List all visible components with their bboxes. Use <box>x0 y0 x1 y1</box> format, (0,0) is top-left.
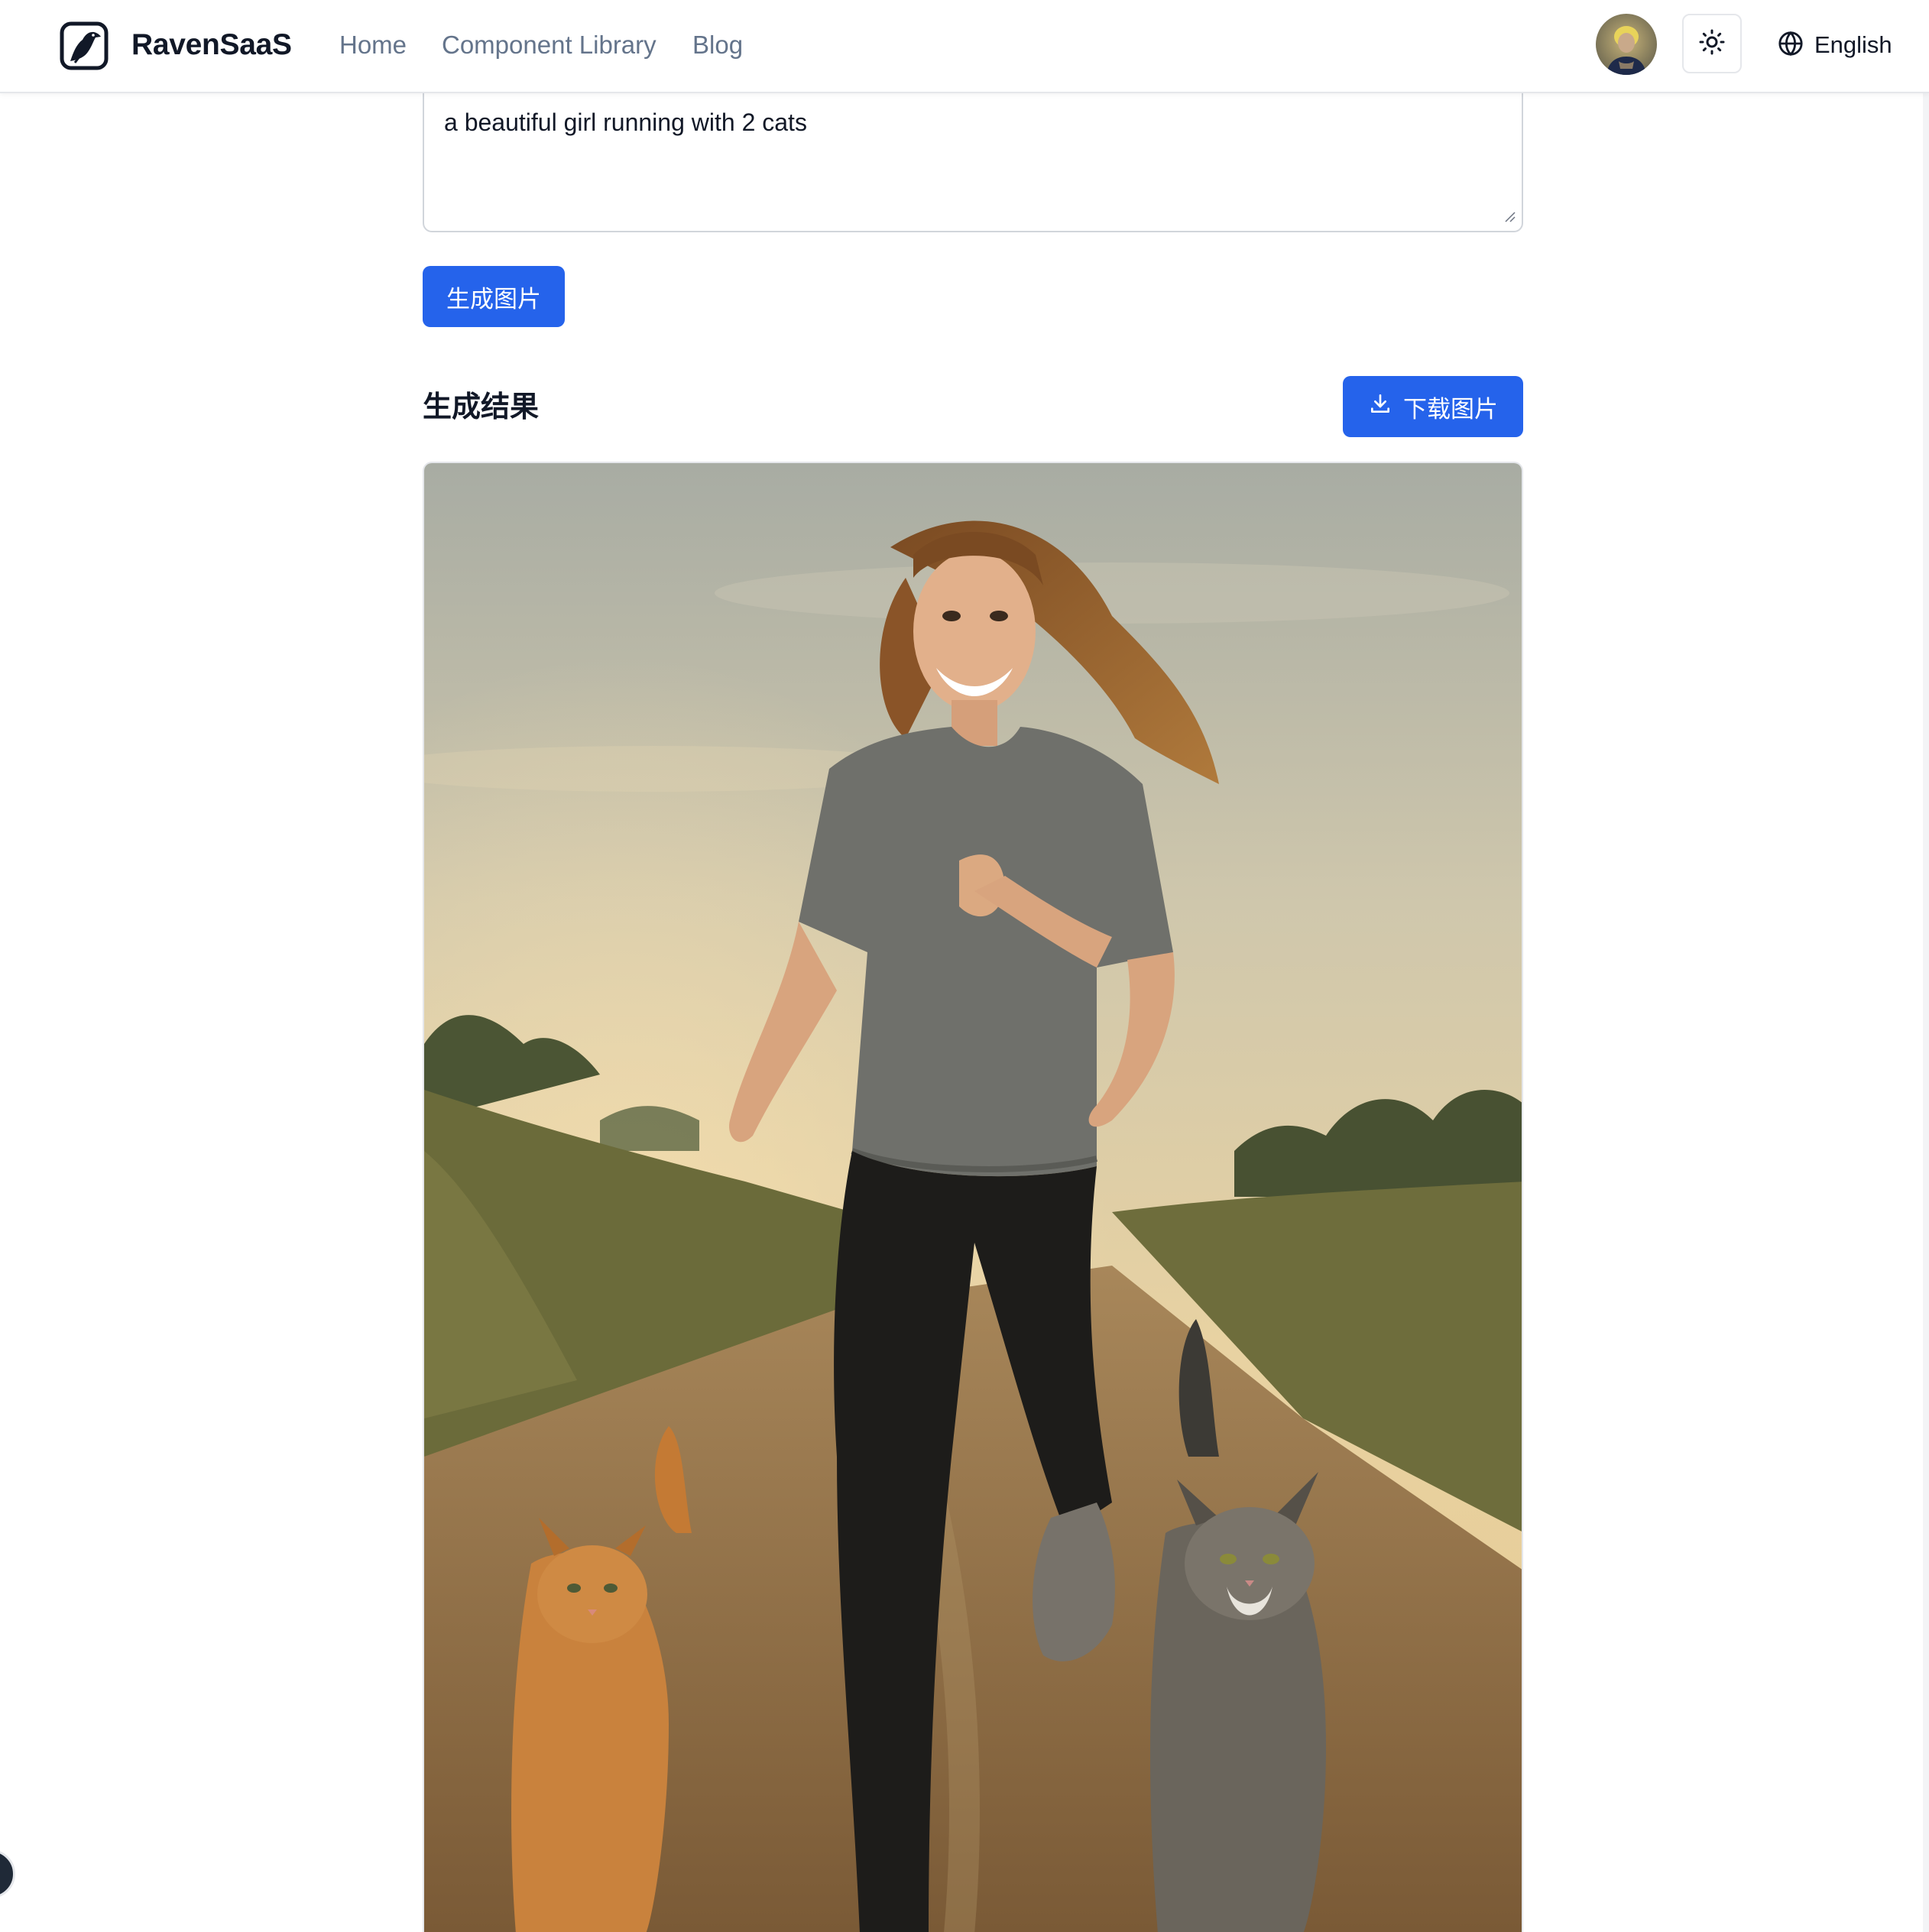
language-selector[interactable]: English <box>1778 26 1892 64</box>
nav-home[interactable]: Home <box>339 26 407 64</box>
download-button-label: 下载图片 <box>1403 395 1498 423</box>
globe-icon <box>1778 31 1804 60</box>
raven-logo-icon[interactable] <box>60 21 109 70</box>
prompt-textarea[interactable]: a beautiful girl running with 2 cats <box>423 79 1523 232</box>
sun-icon <box>1698 28 1726 60</box>
theme-toggle-button[interactable] <box>1682 14 1742 73</box>
user-avatar[interactable] <box>1596 14 1657 75</box>
nav-blog[interactable]: Blog <box>692 26 743 64</box>
download-icon <box>1368 391 1403 422</box>
language-label: English <box>1814 31 1892 58</box>
generate-button-label: 生成图片 <box>446 285 541 313</box>
generate-image-button[interactable]: 生成图片 <box>423 266 565 327</box>
brand-name[interactable]: RavenSaaS <box>131 26 292 64</box>
generated-image[interactable] <box>423 462 1523 1932</box>
result-section-title: 生成结果 <box>423 390 540 423</box>
top-navbar: RavenSaaS Home Component Library Blog En… <box>0 0 1929 93</box>
resize-handle-icon[interactable] <box>1503 210 1516 226</box>
scrollbar-track[interactable] <box>1923 92 1929 1932</box>
download-image-button[interactable]: 下载图片 <box>1343 376 1523 437</box>
nav-component-library[interactable]: Component Library <box>442 26 657 64</box>
prompt-value: a beautiful girl running with 2 cats <box>444 109 807 136</box>
floating-assistant-button[interactable] <box>0 1849 15 1898</box>
